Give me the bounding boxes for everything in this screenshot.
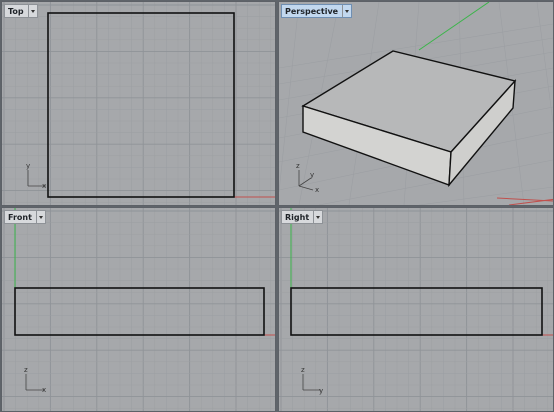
axis-label-y: y: [26, 162, 30, 170]
top-object-outline[interactable]: [47, 12, 235, 198]
viewport-label-front[interactable]: Front: [4, 210, 46, 224]
viewport-label-top[interactable]: Top: [4, 4, 38, 18]
top-viewport[interactable]: y x Top: [1, 1, 276, 206]
viewport-label-right[interactable]: Right: [281, 210, 324, 224]
front-grid: [2, 208, 275, 411]
front-viewport[interactable]: z x Front: [1, 207, 276, 412]
chevron-down-icon[interactable]: [313, 211, 322, 223]
chevron-down-icon[interactable]: [35, 211, 45, 223]
perspective-viewport-canvas[interactable]: z y x: [279, 2, 553, 205]
viewport-title: Front: [8, 212, 32, 222]
box-object[interactable]: [301, 50, 517, 188]
viewport-title: Top: [8, 6, 24, 16]
axis-indicator: y x: [26, 162, 46, 190]
right-object-outline[interactable]: [290, 287, 543, 336]
axis-label-x: x: [42, 386, 46, 394]
y-axis-line: [418, 2, 490, 51]
x-axis-line: [508, 198, 553, 205]
axis-label-x: x: [42, 182, 46, 190]
front-object-outline[interactable]: [14, 287, 265, 336]
axis-label-z: z: [301, 366, 305, 374]
chevron-down-icon[interactable]: [27, 5, 37, 17]
axis-label-x: x: [315, 186, 319, 194]
axis-indicator: z y x: [296, 162, 319, 194]
chevron-down-icon[interactable]: [342, 5, 351, 17]
right-viewport[interactable]: z y Right: [278, 207, 554, 412]
top-viewport-canvas[interactable]: y x: [2, 2, 275, 205]
viewport-title: Perspective: [285, 6, 339, 16]
viewport-title: Right: [285, 212, 310, 222]
viewport-label-perspective[interactable]: Perspective: [281, 4, 353, 18]
viewport-grid: y x Top z y x Perspective z x Front z y …: [0, 0, 554, 412]
axis-label-z: z: [24, 366, 28, 374]
front-viewport-canvas[interactable]: z x: [2, 208, 275, 411]
axis-label-y: y: [319, 387, 323, 395]
perspective-viewport[interactable]: z y x Perspective: [278, 1, 554, 206]
right-grid: [279, 208, 553, 411]
right-viewport-canvas[interactable]: z y: [279, 208, 553, 411]
axis-label-z: z: [296, 162, 300, 170]
x-axis-line-lower: [496, 197, 553, 202]
axis-label-y: y: [310, 171, 314, 179]
